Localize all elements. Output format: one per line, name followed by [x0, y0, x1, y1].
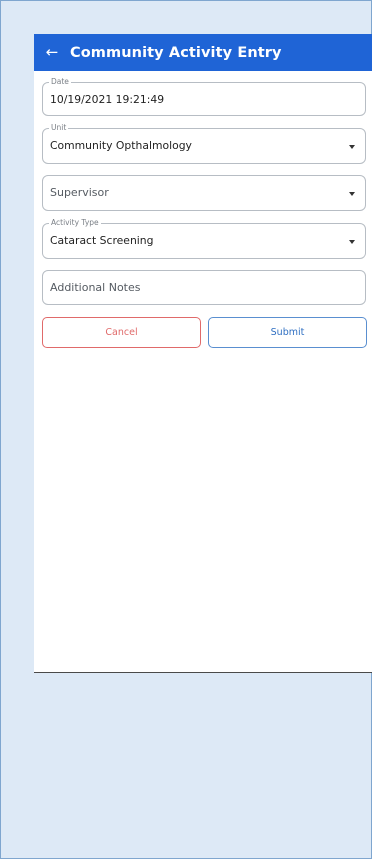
supervisor-placeholder: Supervisor	[50, 186, 109, 199]
activity-type-value: Cataract Screening	[50, 234, 154, 247]
device-frame: ← Community Activity Entry Date 10/19/20…	[0, 0, 372, 859]
activity-type-label: Activity Type	[49, 218, 101, 228]
date-field[interactable]: Date 10/19/2021 19:21:49	[42, 77, 366, 116]
additional-notes-field[interactable]: Additional Notes	[42, 270, 366, 305]
chevron-down-icon	[349, 145, 355, 149]
back-arrow-icon[interactable]: ←	[34, 34, 70, 71]
notes-placeholder: Additional Notes	[50, 281, 141, 294]
unit-label: Unit	[49, 123, 69, 133]
app-screen: ← Community Activity Entry Date 10/19/20…	[34, 34, 372, 673]
activity-type-select[interactable]: Activity Type Cataract Screening	[42, 218, 366, 259]
app-bar: ← Community Activity Entry	[34, 34, 372, 71]
chevron-down-icon	[349, 192, 355, 196]
unit-value: Community Opthalmology	[50, 139, 192, 152]
date-value: 10/19/2021 19:21:49	[50, 93, 165, 106]
unit-select[interactable]: Unit Community Opthalmology	[42, 123, 366, 164]
chevron-down-icon	[349, 240, 355, 244]
page-title: Community Activity Entry	[70, 44, 282, 61]
cancel-button[interactable]: Cancel	[42, 317, 201, 348]
supervisor-select[interactable]: Supervisor	[42, 175, 366, 211]
submit-button[interactable]: Submit	[208, 317, 367, 348]
date-label: Date	[49, 77, 71, 87]
